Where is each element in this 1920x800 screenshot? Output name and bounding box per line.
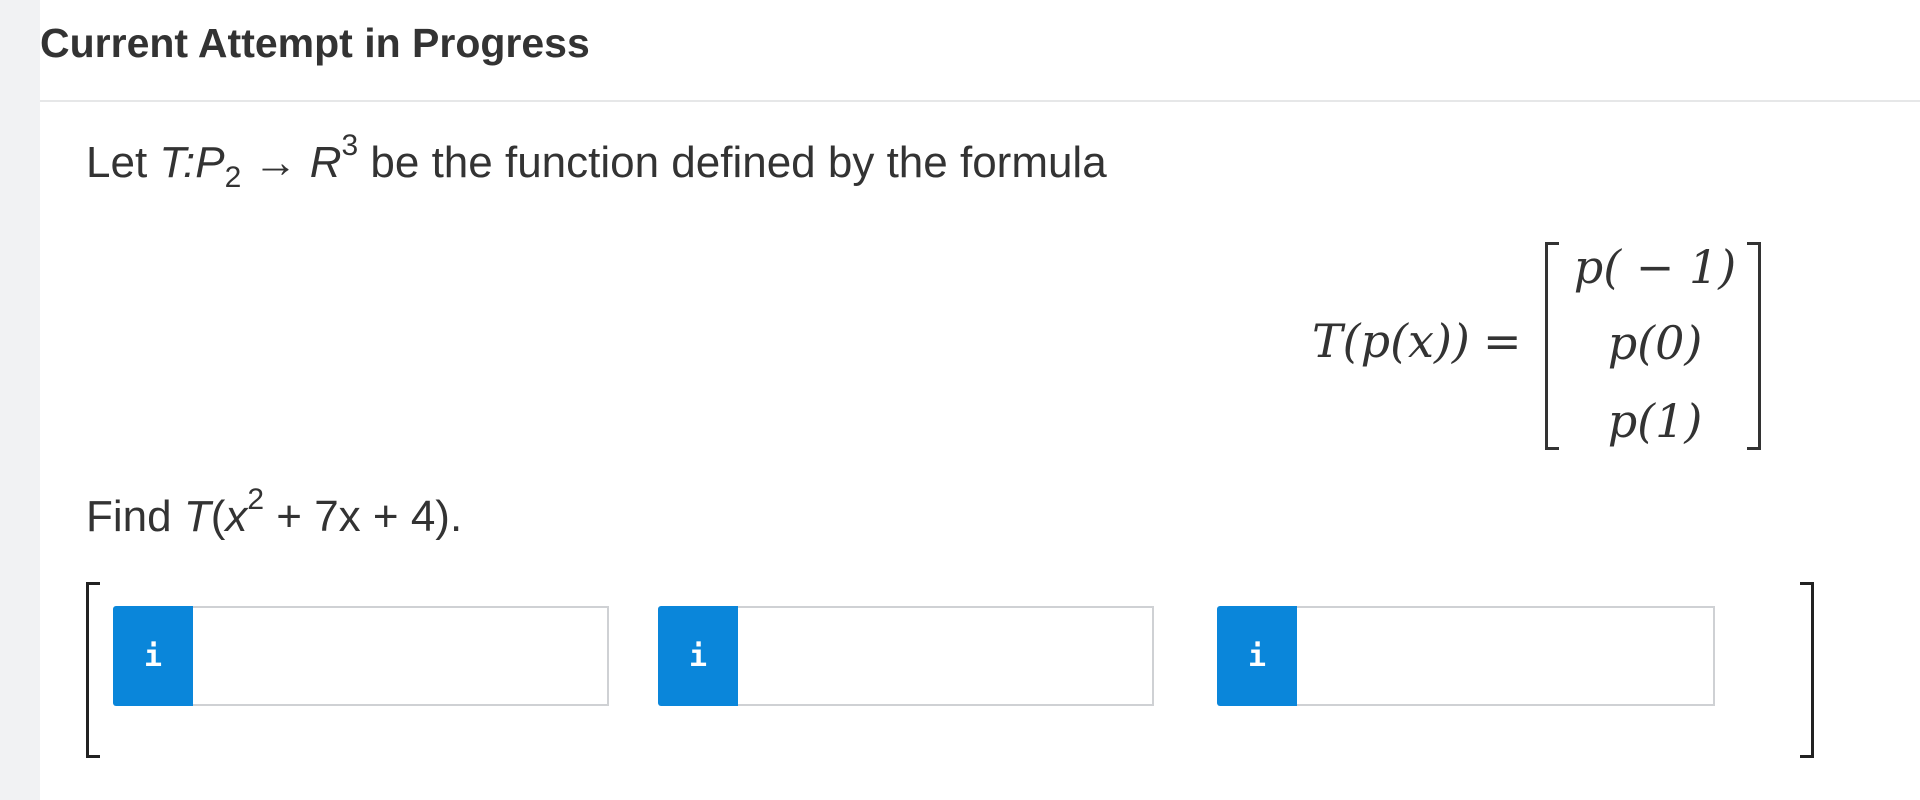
- answer-input-2[interactable]: [738, 606, 1154, 706]
- intro-codomain: R: [309, 138, 342, 187]
- intro-map-domain: T:P: [159, 138, 225, 187]
- matrix-entry-p1: p(1): [1607, 394, 1703, 448]
- answer-input-1[interactable]: [193, 606, 609, 706]
- matrix-entry-p-neg1: p( − 1): [1573, 240, 1737, 294]
- answer-field-3: i: [1217, 606, 1715, 706]
- answer-field-2: i: [658, 606, 1154, 706]
- find-func: T: [183, 492, 211, 541]
- heading-divider: [40, 100, 1920, 102]
- find-var: x: [225, 492, 248, 541]
- intro-arrow: →: [241, 138, 310, 187]
- find-lead: Find: [86, 492, 184, 541]
- definition-formula: T(p(x)) = p( − 1) p(0) p(1): [1267, 236, 1787, 452]
- find-exponent: 2: [247, 483, 265, 516]
- intro-trailing: be the function defined by the formula: [358, 138, 1107, 187]
- left-gutter: [0, 0, 40, 800]
- find-rest: + 7x + 4).: [264, 492, 463, 541]
- intro-lead: Let: [86, 138, 160, 187]
- matrix-entry-p0: p(0): [1607, 316, 1703, 370]
- question-page: Current Attempt in Progress Let T:P2 → R…: [40, 0, 1920, 800]
- attempt-heading: Current Attempt in Progress: [40, 20, 590, 66]
- answer-left-bracket: [86, 582, 100, 758]
- question-intro: Let T:P2 → R3 be the function defined by…: [86, 131, 1107, 193]
- matrix-right-bracket: [1747, 242, 1761, 450]
- answer-field-1: i: [113, 606, 609, 706]
- intro-domain-subscript: 2: [224, 161, 242, 194]
- intro-codomain-superscript: 3: [341, 129, 359, 162]
- answer-right-bracket: [1800, 582, 1814, 758]
- answer-input-3[interactable]: [1297, 606, 1715, 706]
- info-icon[interactable]: i: [113, 606, 193, 706]
- info-icon[interactable]: i: [1217, 606, 1297, 706]
- formula-equals: =: [1483, 314, 1522, 368]
- info-icon[interactable]: i: [658, 606, 738, 706]
- find-open: (: [210, 492, 226, 541]
- find-prompt: Find T(x2 + 7x + 4).: [86, 485, 463, 542]
- formula-lhs: T(p(x)): [1312, 314, 1470, 368]
